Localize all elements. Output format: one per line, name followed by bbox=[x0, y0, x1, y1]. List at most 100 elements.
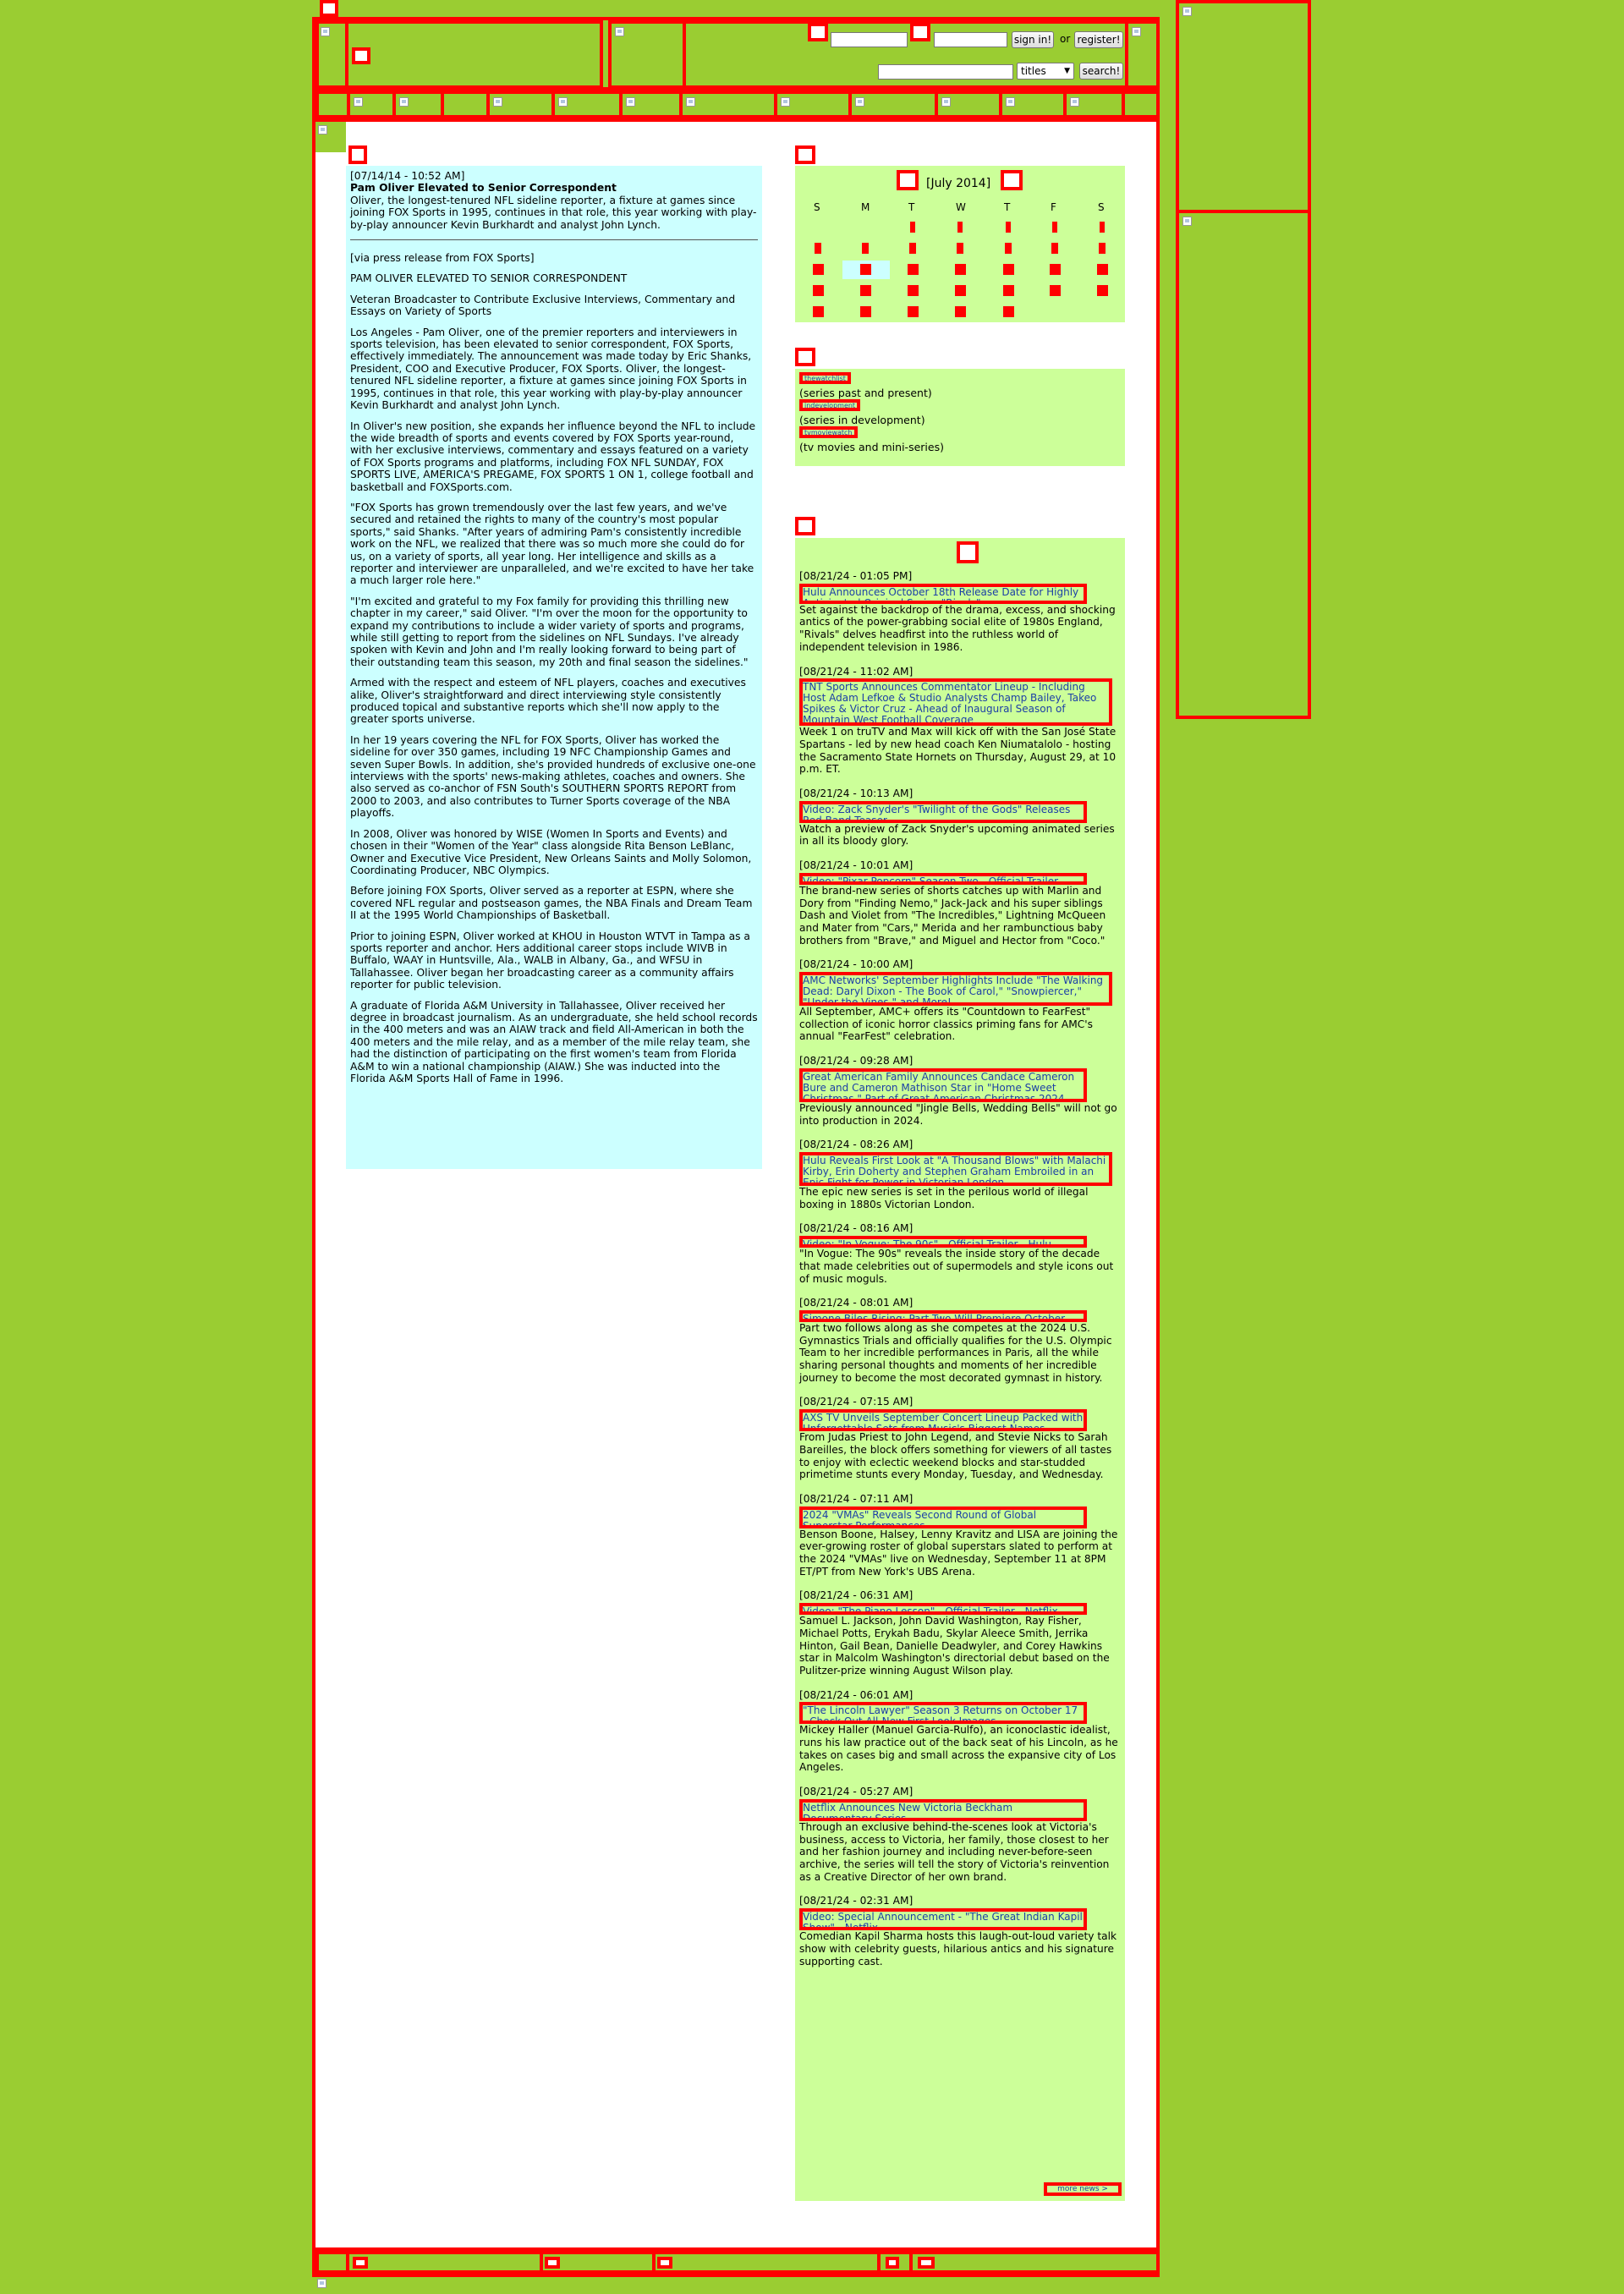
calendar-day-link[interactable] bbox=[815, 243, 821, 254]
calendar-day-link[interactable] bbox=[859, 306, 871, 317]
calendar-day-link[interactable] bbox=[909, 243, 916, 254]
calendar-day-link[interactable] bbox=[954, 306, 966, 317]
article-paragraph: Los Angeles - Pam Oliver, one of the pre… bbox=[350, 326, 752, 412]
footer-item-6[interactable] bbox=[909, 2251, 1160, 2274]
news-headline-link[interactable]: TNT Sports Announces Commentator Lineup … bbox=[799, 678, 1112, 727]
nav-item-2[interactable] bbox=[347, 91, 396, 118]
calendar-day-link[interactable] bbox=[1002, 306, 1014, 317]
calendar-day-link[interactable] bbox=[1005, 243, 1012, 254]
calendar-day-link[interactable] bbox=[1002, 264, 1014, 275]
news-headline-link[interactable]: AXS TV Unveils September Concert Lineup … bbox=[799, 1409, 1087, 1432]
footer-item-3-image bbox=[545, 2257, 560, 2269]
nav-item-1[interactable] bbox=[315, 91, 350, 118]
nav-item-2-image bbox=[354, 97, 363, 107]
password-field[interactable] bbox=[934, 32, 1007, 47]
nav-item-9[interactable] bbox=[774, 91, 852, 118]
right-ad-bottom-image bbox=[1182, 217, 1192, 226]
watchlist-item: indevelopment (series in development) bbox=[799, 399, 1121, 426]
calendar-day-link[interactable] bbox=[907, 306, 919, 317]
calendar-day-link[interactable] bbox=[957, 222, 963, 233]
register-button[interactable]: register! bbox=[1074, 31, 1123, 48]
news-headline-link[interactable]: Video: Zack Snyder's "Twilight of the Go… bbox=[799, 800, 1087, 823]
calendar-day-link[interactable] bbox=[812, 285, 824, 296]
nav-item-14[interactable] bbox=[1122, 91, 1160, 118]
news-headline-link[interactable]: "The Lincoln Lawyer" Season 3 Returns on… bbox=[799, 1702, 1087, 1725]
nav-item-11[interactable] bbox=[935, 91, 1002, 118]
news-item: [08/21/24 - 08:01 AM] Simone Biles Rising… bbox=[799, 1297, 1121, 1384]
search-type-select[interactable]: titles ▼ bbox=[1017, 63, 1074, 80]
calendar-day-link[interactable] bbox=[907, 285, 919, 296]
search-input[interactable] bbox=[878, 64, 1013, 80]
calendar-day-link[interactable] bbox=[1099, 243, 1106, 254]
nav-item-13[interactable] bbox=[1063, 91, 1125, 118]
calendar-day-link[interactable] bbox=[907, 264, 919, 275]
news-headline-link[interactable]: 2024 "VMAs" Reveals Second Round of Glob… bbox=[799, 1506, 1087, 1528]
calendar-day-link[interactable] bbox=[812, 306, 824, 317]
sign-in-button[interactable]: sign in! bbox=[1012, 31, 1054, 48]
calendar-day-link[interactable] bbox=[1002, 285, 1014, 296]
calendar-day-link[interactable] bbox=[954, 285, 966, 296]
nav-item-7[interactable] bbox=[619, 91, 683, 118]
news-description: Watch a preview of Zack Snyder's upcomin… bbox=[799, 822, 1115, 848]
prev-month-button[interactable] bbox=[897, 170, 919, 190]
nav-item-10[interactable] bbox=[848, 91, 938, 118]
news-headline-link[interactable]: Video: Special Announcement - "The Great… bbox=[799, 1908, 1087, 1931]
calendar-day-link[interactable] bbox=[1051, 243, 1058, 254]
news-headline-link[interactable]: Hulu Announces October 18th Release Date… bbox=[799, 583, 1087, 604]
calendar-day-link[interactable] bbox=[1096, 264, 1108, 275]
footer-item-3[interactable] bbox=[540, 2251, 656, 2274]
calendar-day-link[interactable] bbox=[1100, 222, 1105, 233]
nav-item-3[interactable] bbox=[392, 91, 444, 118]
calendar-day-link[interactable] bbox=[1096, 285, 1108, 296]
calendar-day-link[interactable] bbox=[862, 243, 869, 254]
watchlist-link[interactable]: tvmoviewatch bbox=[799, 426, 858, 438]
footer-item-5[interactable] bbox=[877, 2251, 913, 2274]
news-headline-link[interactable]: Simone Biles Rising: Part Two Will Premi… bbox=[799, 1309, 1087, 1322]
footer-item-4[interactable] bbox=[652, 2251, 881, 2274]
news-description: Week 1 on truTV and Max will kick off wi… bbox=[799, 726, 1116, 776]
footer-item-1[interactable] bbox=[315, 2251, 349, 2274]
calendar-day-link[interactable] bbox=[1052, 222, 1057, 233]
nav-item-8[interactable] bbox=[679, 91, 777, 118]
calendar-day-link[interactable] bbox=[910, 222, 915, 233]
nav-item-4[interactable] bbox=[441, 91, 490, 118]
watchlist-link[interactable]: thewatchlist bbox=[799, 372, 851, 384]
nav-item-13-image bbox=[1070, 97, 1079, 107]
next-month-button[interactable] bbox=[1001, 170, 1023, 190]
more-news-link[interactable]: more news > bbox=[1044, 2182, 1122, 2196]
nav-item-12[interactable] bbox=[999, 91, 1067, 118]
news-list: [08/21/24 - 01:05 PM] Hulu Announces Octo… bbox=[799, 570, 1121, 1967]
news-description: Samuel L. Jackson, John David Washington… bbox=[799, 1615, 1110, 1677]
search-button[interactable]: search! bbox=[1079, 63, 1123, 80]
news-headline-link[interactable]: AMC Networks' September Highlights Inclu… bbox=[799, 972, 1112, 1007]
article-paragraph: "I'm excited and grateful to my Fox fami… bbox=[350, 595, 749, 668]
nav-item-5-image bbox=[493, 97, 502, 107]
calendar-day-link[interactable] bbox=[859, 285, 871, 296]
nav-item-8-image bbox=[686, 97, 695, 107]
news-date: [08/21/24 - 01:05 PM] bbox=[799, 570, 913, 582]
calendar-day-link[interactable] bbox=[954, 264, 966, 275]
news-headline-link[interactable]: Netflix Announces New Victoria Beckham D… bbox=[799, 1798, 1087, 1821]
news-headline-link[interactable]: Video: "The Piano Lesson" - Official Tra… bbox=[799, 1603, 1087, 1616]
calendar-day-link[interactable] bbox=[1006, 222, 1011, 233]
nav-item-6[interactable] bbox=[551, 91, 623, 118]
calendar-day-link[interactable] bbox=[812, 264, 824, 275]
watchlist-link[interactable]: indevelopment bbox=[799, 399, 861, 411]
article-date: [07/14/14 - 10:52 AM] bbox=[350, 170, 465, 182]
news-headline-link[interactable]: Video: "Pixar Popcorn" Season Two - Offi… bbox=[799, 872, 1087, 885]
top-corner-image bbox=[320, 0, 338, 17]
footer-item-2[interactable] bbox=[346, 2251, 543, 2274]
calendar-day-link[interactable] bbox=[1049, 264, 1061, 275]
news-headline-link[interactable]: Video: "In Vogue: The 90s" - Official Tr… bbox=[799, 1236, 1087, 1249]
news-description: Previously announced "Jingle Bells, Wedd… bbox=[799, 1101, 1117, 1127]
username-field[interactable] bbox=[831, 32, 908, 47]
news-headline-link[interactable]: Great American Family Announces Candace … bbox=[799, 1067, 1087, 1102]
calendar-day-link[interactable] bbox=[1049, 285, 1061, 296]
nav-item-5[interactable] bbox=[486, 91, 555, 118]
calendar-day-link[interactable] bbox=[859, 264, 871, 275]
right-ad-top-image bbox=[1182, 7, 1192, 16]
calendar-day-link[interactable] bbox=[957, 243, 963, 254]
news-date: [08/21/24 - 06:01 AM] bbox=[799, 1688, 914, 1701]
news-headline-link[interactable]: Hulu Reveals First Look at "A Thousand B… bbox=[799, 1151, 1112, 1186]
news-date: [08/21/24 - 09:28 AM] bbox=[799, 1055, 914, 1067]
